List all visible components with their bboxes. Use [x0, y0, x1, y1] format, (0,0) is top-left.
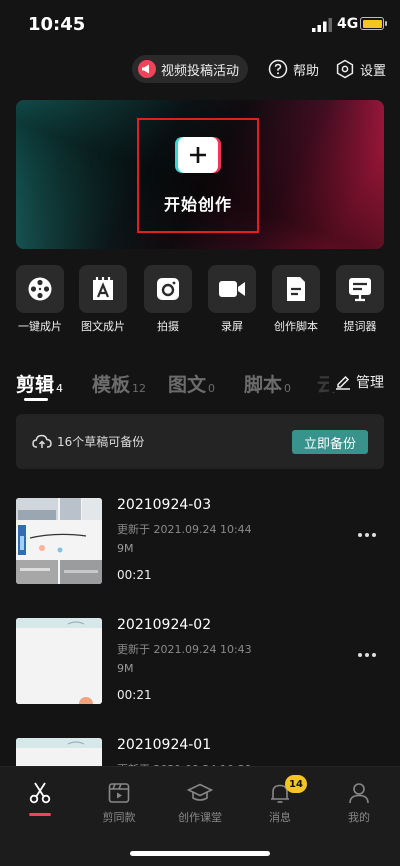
tool-label: 拍摄	[157, 320, 179, 333]
tool-image-text-video[interactable]: 图文成片	[74, 265, 132, 334]
draft-name: 20210924-01	[117, 737, 212, 753]
text-doc-icon	[93, 277, 113, 300]
draft-tabs: 剪辑 4 模板 12 图文 0 脚本 0 云 管理	[16, 370, 384, 402]
start-creation-banner[interactable]: 开始创作	[16, 100, 384, 249]
settings-button[interactable]: 设置	[335, 59, 386, 79]
plus-icon	[178, 137, 218, 173]
more-options-icon[interactable]	[358, 533, 376, 537]
draft-name: 20210924-02	[117, 617, 212, 633]
tab-edit[interactable]: 剪辑 4	[16, 370, 63, 397]
tab-count: 0	[208, 382, 216, 395]
draft-thumbnail	[16, 618, 102, 704]
megaphone-icon	[137, 60, 156, 78]
tab-label: 脚本	[244, 374, 283, 396]
tab-script[interactable]: 脚本 0	[244, 370, 291, 397]
tool-label: 图文成片	[81, 320, 125, 333]
draft-thumbnail	[16, 498, 102, 584]
home-indicator	[130, 851, 270, 856]
more-options-icon[interactable]	[358, 653, 376, 657]
tab-count: 12	[132, 382, 147, 395]
tool-label: 一键成片	[18, 320, 62, 333]
scissors-icon	[29, 782, 51, 804]
network-label: 4G	[337, 16, 359, 32]
settings-label: 设置	[359, 63, 386, 79]
nav-edit[interactable]	[1, 781, 79, 816]
nav-label: 创作课堂	[178, 811, 222, 824]
tab-image-text[interactable]: 图文 0	[168, 370, 215, 397]
draft-name: 20210924-03	[117, 497, 212, 513]
draft-updated: 更新于 2021.09.24 10:43	[117, 643, 252, 656]
draft-size: 9M	[117, 542, 134, 555]
status-bar: 10:45 4G	[0, 0, 400, 48]
help-button[interactable]: 帮助	[268, 59, 319, 79]
draft-duration: 00:21	[117, 568, 152, 582]
activity-label: 视频投稿活动	[160, 63, 239, 79]
tab-label: 模板	[92, 374, 131, 396]
tool-label: 提词器	[343, 320, 377, 333]
nav-label: 消息	[269, 811, 291, 824]
nav-messages[interactable]: 14 消息	[241, 775, 319, 825]
script-icon	[287, 277, 305, 301]
tool-shortcuts: 一键成片 图文成片 拍摄 录屏 创作脚本 提词器	[0, 265, 400, 340]
tool-one-click-video[interactable]: 一键成片	[11, 265, 69, 334]
draft-duration: 00:21	[117, 688, 152, 702]
manage-label: 管理	[356, 375, 384, 391]
video-camera-icon	[219, 281, 245, 297]
tool-screen-record[interactable]: 录屏	[203, 265, 261, 334]
teleprompter-icon	[349, 278, 371, 302]
status-time: 10:45	[28, 14, 86, 35]
help-icon	[268, 59, 288, 79]
draft-updated: 更新于 2021.09.24 10:44	[117, 523, 252, 536]
help-label: 帮助	[292, 63, 319, 79]
backup-now-button[interactable]: 立即备份	[291, 430, 368, 454]
backup-text: 16个草稿可备份	[57, 435, 145, 449]
draft-size: 9M	[117, 662, 134, 675]
tool-creation-script[interactable]: 创作脚本	[267, 265, 325, 334]
battery-icon	[360, 17, 387, 30]
tool-camera[interactable]: 拍摄	[139, 265, 197, 334]
tab-count: 4	[56, 382, 64, 395]
tab-template[interactable]: 模板 12	[92, 370, 146, 397]
manage-button[interactable]: 管理	[329, 372, 384, 392]
settings-hexagon-icon	[336, 59, 354, 79]
cloud-upload-icon	[32, 434, 52, 448]
graduation-cap-icon	[187, 783, 213, 801]
nav-classroom[interactable]: 创作课堂	[161, 781, 239, 825]
draft-item[interactable]: 20210924-02 更新于 2021.09.24 10:43 9M 00:2…	[16, 617, 384, 706]
person-icon	[349, 783, 369, 804]
backup-notice: 16个草稿可备份 立即备份	[16, 414, 384, 469]
tool-label: 录屏	[221, 320, 243, 333]
nav-profile[interactable]: 我的	[320, 781, 398, 825]
top-actions: 视频投稿活动 帮助 设置	[131, 54, 386, 84]
tab-label: 剪辑	[16, 374, 55, 396]
tool-label: 创作脚本	[274, 320, 318, 333]
nav-label: 我的	[348, 811, 370, 824]
clapper-icon	[108, 783, 130, 803]
tool-teleprompter[interactable]: 提词器	[331, 265, 389, 334]
camera-icon	[157, 278, 179, 300]
start-creation-button[interactable]: 开始创作	[137, 118, 259, 233]
message-count-badge: 14	[285, 775, 307, 793]
tab-count: 0	[284, 382, 292, 395]
nav-active-indicator	[29, 813, 51, 816]
signal-icon	[312, 18, 332, 32]
film-reel-icon	[28, 277, 52, 301]
draft-item[interactable]: 20210924-03 更新于 2021.09.24 10:44 9M 00:2…	[16, 497, 384, 586]
active-tab-indicator	[24, 398, 48, 401]
edit-pencil-icon	[336, 375, 350, 390]
nav-template[interactable]: 剪同款	[80, 781, 158, 825]
start-creation-label: 开始创作	[163, 195, 232, 214]
video-submission-activity-button[interactable]: 视频投稿活动	[131, 55, 248, 83]
nav-label: 剪同款	[102, 811, 136, 824]
tab-label: 图文	[168, 374, 207, 396]
